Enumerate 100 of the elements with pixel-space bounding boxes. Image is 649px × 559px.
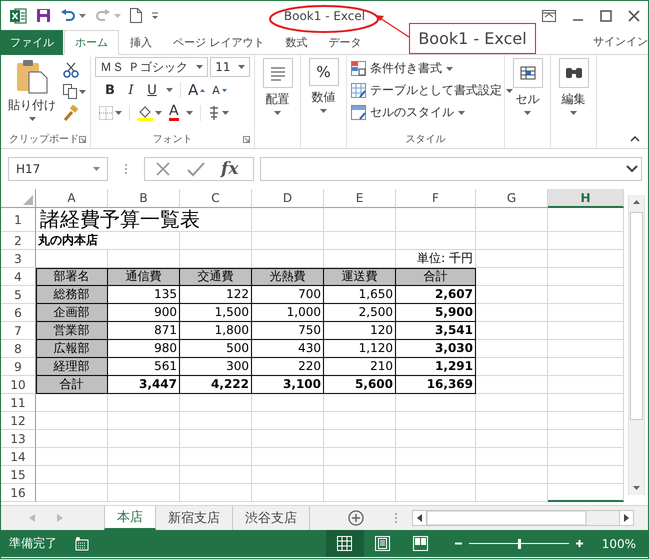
number-format-button[interactable]: % 数値 (305, 58, 342, 130)
empty-cell[interactable] (396, 208, 476, 232)
empty-cell[interactable] (396, 412, 476, 430)
document-icon[interactable] (130, 8, 142, 23)
italic-button[interactable]: I (124, 82, 138, 98)
ribbon-tab[interactable]: ホーム (64, 30, 119, 55)
dialog-launcher-icon[interactable] (243, 136, 250, 142)
empty-cell[interactable] (476, 286, 548, 304)
empty-cell[interactable] (180, 484, 252, 502)
empty-cell[interactable] (476, 412, 548, 430)
empty-cell[interactable] (476, 358, 548, 376)
alignment-button[interactable]: 配置 (259, 58, 296, 130)
empty-cell[interactable] (180, 232, 252, 250)
ribbon-tab[interactable]: データ (318, 30, 372, 55)
name-box[interactable]: H17 (8, 157, 108, 181)
empty-cell[interactable] (396, 448, 476, 466)
bold-button[interactable]: B (103, 82, 117, 98)
empty-cell[interactable] (548, 250, 624, 268)
column-header[interactable]: B (108, 189, 180, 208)
empty-cell[interactable] (324, 448, 396, 466)
empty-cell[interactable] (324, 232, 396, 250)
select-all-icon[interactable] (23, 195, 33, 205)
empty-cell[interactable] (252, 232, 324, 250)
empty-cell[interactable] (252, 208, 324, 232)
empty-cell[interactable] (548, 412, 624, 430)
row-number[interactable]: 10 (1, 376, 36, 394)
empty-cell[interactable] (252, 466, 324, 484)
row-number[interactable]: 5 (1, 286, 36, 304)
empty-cell[interactable] (180, 412, 252, 430)
grow-font-button[interactable]: A (188, 81, 206, 99)
empty-cell[interactable] (252, 412, 324, 430)
zoom-percent[interactable]: 100% (584, 536, 648, 550)
vertical-scrollbar[interactable] (628, 195, 645, 495)
add-sheet-icon[interactable] (348, 510, 364, 526)
editing-button[interactable]: 編集 (555, 58, 592, 130)
horizontal-scrollbar[interactable] (412, 510, 634, 526)
empty-cell[interactable] (548, 268, 624, 286)
maximize-icon[interactable] (600, 10, 612, 22)
format-painter-icon[interactable] (63, 105, 79, 121)
empty-cell[interactable] (324, 208, 396, 232)
empty-cell[interactable] (108, 466, 180, 484)
empty-cell[interactable] (548, 304, 624, 322)
row-number[interactable]: 1 (1, 208, 36, 232)
empty-cell[interactable] (476, 430, 548, 448)
empty-cell[interactable] (548, 430, 624, 448)
empty-cell[interactable] (476, 304, 548, 322)
column-header[interactable]: C (180, 189, 252, 208)
font-name-field[interactable]: ＭＳ Ｐゴシック (95, 57, 208, 77)
zoom-in-icon[interactable] (574, 539, 584, 548)
row-number[interactable]: 8 (1, 340, 36, 358)
empty-cell[interactable] (476, 376, 548, 394)
sheet-tab[interactable]: 本店 (104, 506, 156, 530)
zoom-slider[interactable] (468, 538, 569, 548)
shrink-font-button[interactable]: A (212, 84, 227, 96)
empty-cell[interactable] (548, 394, 624, 412)
empty-cell[interactable] (108, 484, 180, 502)
empty-cell[interactable] (180, 466, 252, 484)
empty-cell[interactable] (396, 394, 476, 412)
sign-in-link[interactable]: サインイン (593, 34, 648, 55)
row-number[interactable]: 15 (1, 466, 36, 484)
empty-cell[interactable] (396, 484, 476, 502)
slider-thumb[interactable] (518, 538, 521, 548)
row-number[interactable]: 4 (1, 268, 36, 286)
row-number[interactable]: 14 (1, 448, 36, 466)
empty-cell[interactable] (548, 286, 624, 304)
empty-cell[interactable] (548, 448, 624, 466)
close-icon[interactable] (628, 10, 640, 22)
empty-cell[interactable] (548, 376, 624, 394)
empty-cell[interactable] (476, 340, 548, 358)
splitter-icon[interactable] (394, 512, 398, 524)
style-menu-button[interactable]: テーブルとして書式設定 (351, 82, 513, 99)
ribbon-tab[interactable]: ページ レイアウト (163, 30, 274, 55)
row-number[interactable]: 16 (1, 484, 36, 502)
row-number[interactable]: 3 (1, 250, 36, 268)
empty-cell[interactable] (476, 394, 548, 412)
fill-color-button[interactable] (137, 105, 162, 121)
row-number[interactable]: 9 (1, 358, 36, 376)
column-header[interactable]: G (476, 189, 548, 208)
empty-cell[interactable] (548, 466, 624, 484)
ribbon-tab[interactable]: 数式 (276, 30, 318, 55)
empty-cell[interactable] (108, 430, 180, 448)
empty-cell[interactable] (476, 208, 548, 232)
font-size-field[interactable]: 11 (210, 57, 250, 77)
row-number[interactable]: 12 (1, 412, 36, 430)
empty-cell[interactable] (476, 250, 548, 268)
empty-cell[interactable] (108, 394, 180, 412)
collapse-ribbon-icon[interactable] (630, 136, 640, 142)
empty-cell[interactable] (396, 466, 476, 484)
column-header[interactable]: F (396, 189, 476, 208)
empty-cell[interactable] (476, 322, 548, 340)
paste-button[interactable]: 貼り付け (5, 58, 59, 130)
row-number[interactable]: 13 (1, 430, 36, 448)
underline-button[interactable]: U (145, 82, 159, 98)
app-icon[interactable] (9, 6, 27, 24)
expand-icon[interactable] (626, 165, 638, 173)
empty-cell[interactable] (548, 484, 624, 502)
row-number[interactable]: 7 (1, 322, 36, 340)
empty-cell[interactable] (396, 430, 476, 448)
empty-cell[interactable] (324, 466, 396, 484)
empty-cell[interactable] (180, 394, 252, 412)
